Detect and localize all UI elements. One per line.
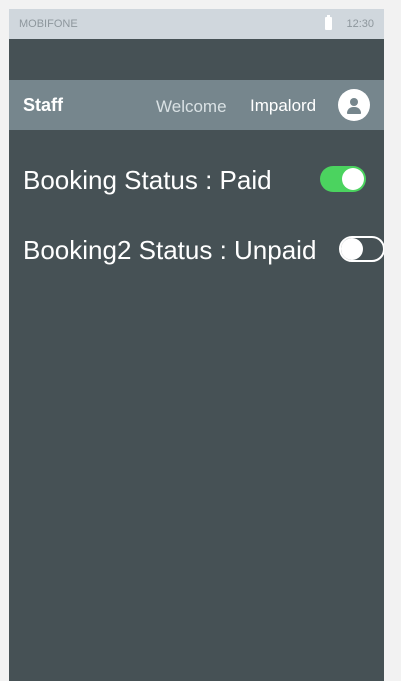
status-bar: MOBIFONE 12:30 [9, 9, 384, 39]
toggle-knob [341, 238, 363, 260]
app-header: Staff Welcome Impalord [9, 80, 384, 130]
booking-row: Booking Status : Paid [9, 161, 384, 201]
status-time: 12:30 [346, 18, 374, 30]
person-icon [350, 98, 358, 106]
toggle-knob [342, 168, 364, 190]
booking2-status-label: Booking2 Status : Unpaid [23, 235, 317, 265]
carrier-name: MOBIFONE [19, 18, 78, 30]
booking-row: Booking2 Status : Unpaid [9, 231, 384, 271]
welcome-text: Welcome [156, 97, 227, 116]
page-title: Staff [23, 95, 63, 115]
booking-status-label: Booking Status : Paid [23, 165, 272, 195]
avatar[interactable] [338, 89, 370, 121]
device-screen: MOBIFONE 12:30 Staff Welcome Impalord Bo… [9, 9, 384, 681]
battery-icon [325, 15, 332, 30]
booking-status-toggle[interactable] [320, 166, 366, 192]
username[interactable]: Impalord [250, 96, 316, 116]
person-icon-body [347, 107, 361, 114]
booking2-status-toggle[interactable] [339, 236, 384, 262]
